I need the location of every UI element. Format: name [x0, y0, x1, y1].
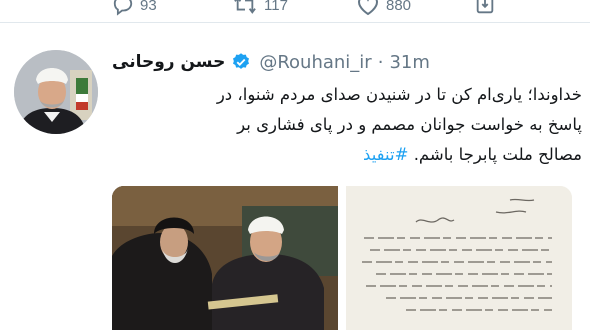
tweet-action-bar: 93 117 880	[0, 0, 590, 23]
reply-icon	[113, 0, 133, 16]
like-count: 880	[386, 0, 412, 14]
heart-icon	[357, 0, 379, 16]
tweet-timestamp[interactable]: 31m	[389, 52, 429, 73]
tweet-text-segment: مصالح ملت پابرجا باشم.	[413, 145, 582, 164]
tweet-text: خداوندا؛ یاری‌ام کن تا در شنیدن صدای مرد…	[112, 80, 582, 170]
decree-document-photo	[346, 186, 572, 330]
author-handle[interactable]: @Rouhani_ir	[259, 52, 371, 73]
media-photo-ceremony[interactable]	[112, 186, 338, 330]
reply-button[interactable]: 93	[112, 0, 157, 16]
tweet-media-grid	[112, 186, 572, 330]
tweet-text-line: مصالح ملت پابرجا باشم. #تنفیذ	[112, 140, 582, 170]
tweet-text-line: پاسخ به خواست جوانان مصمم و در پای فشاری…	[237, 115, 582, 134]
author-avatar[interactable]	[14, 50, 98, 134]
share-icon	[476, 0, 494, 14]
media-photo-document[interactable]	[346, 186, 572, 330]
share-button[interactable]	[474, 0, 496, 16]
verified-badge-icon	[233, 53, 250, 69]
tweet-text-line: خداوندا؛ یاری‌ام کن تا در شنیدن صدای مرد…	[216, 85, 582, 104]
hashtag-link[interactable]: #تنفیذ	[363, 145, 408, 164]
reply-count: 93	[140, 0, 157, 14]
retweet-button[interactable]: 117	[232, 0, 288, 16]
header-separator: ·	[377, 51, 384, 73]
tweet-header: حسن روحانی @Rouhani_ir · 31m	[112, 48, 582, 76]
ceremony-photo	[112, 186, 338, 330]
retweet-icon	[234, 0, 256, 14]
retweet-count: 117	[264, 0, 288, 14]
author-name[interactable]: حسن روحانی	[112, 52, 225, 72]
like-button[interactable]: 880	[356, 0, 411, 16]
avatar-portrait	[14, 50, 98, 134]
